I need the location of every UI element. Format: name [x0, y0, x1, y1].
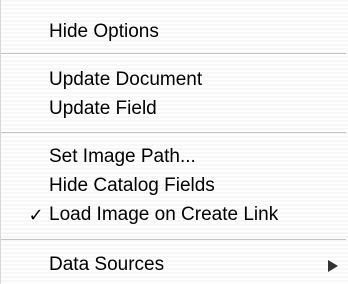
menu-item-label: Update Document	[49, 69, 203, 90]
menu-item-update-field[interactable]: Update Field	[1, 96, 346, 122]
submenu-arrow-icon	[328, 260, 338, 272]
menu-item-data-sources[interactable]: Data Sources	[1, 252, 346, 278]
menu-item-update-document[interactable]: Update Document	[1, 67, 346, 93]
menu-separator	[1, 132, 346, 133]
menu-item-set-image-path[interactable]: Set Image Path...	[1, 144, 346, 170]
menu-separator	[1, 53, 346, 54]
menu-item-label: Data Sources	[49, 254, 165, 275]
checkmark-icon: ✓	[28, 205, 44, 225]
menu-item-label: Hide Options	[49, 21, 159, 42]
menu-separator	[1, 239, 346, 240]
context-menu: Hide Options Update Document Update Fiel…	[0, 0, 348, 284]
menu-item-label: Update Field	[49, 98, 157, 119]
menu-item-label: Set Image Path...	[49, 146, 196, 167]
menu-item-load-image-on-create-link[interactable]: ✓ Load Image on Create Link	[1, 202, 346, 228]
menu-item-label: Load Image on Create Link	[49, 204, 279, 225]
menu-item-label: Hide Catalog Fields	[49, 175, 215, 196]
menu-item-hide-catalog-fields[interactable]: Hide Catalog Fields	[1, 173, 346, 199]
menu-item-hide-options[interactable]: Hide Options	[1, 19, 346, 45]
